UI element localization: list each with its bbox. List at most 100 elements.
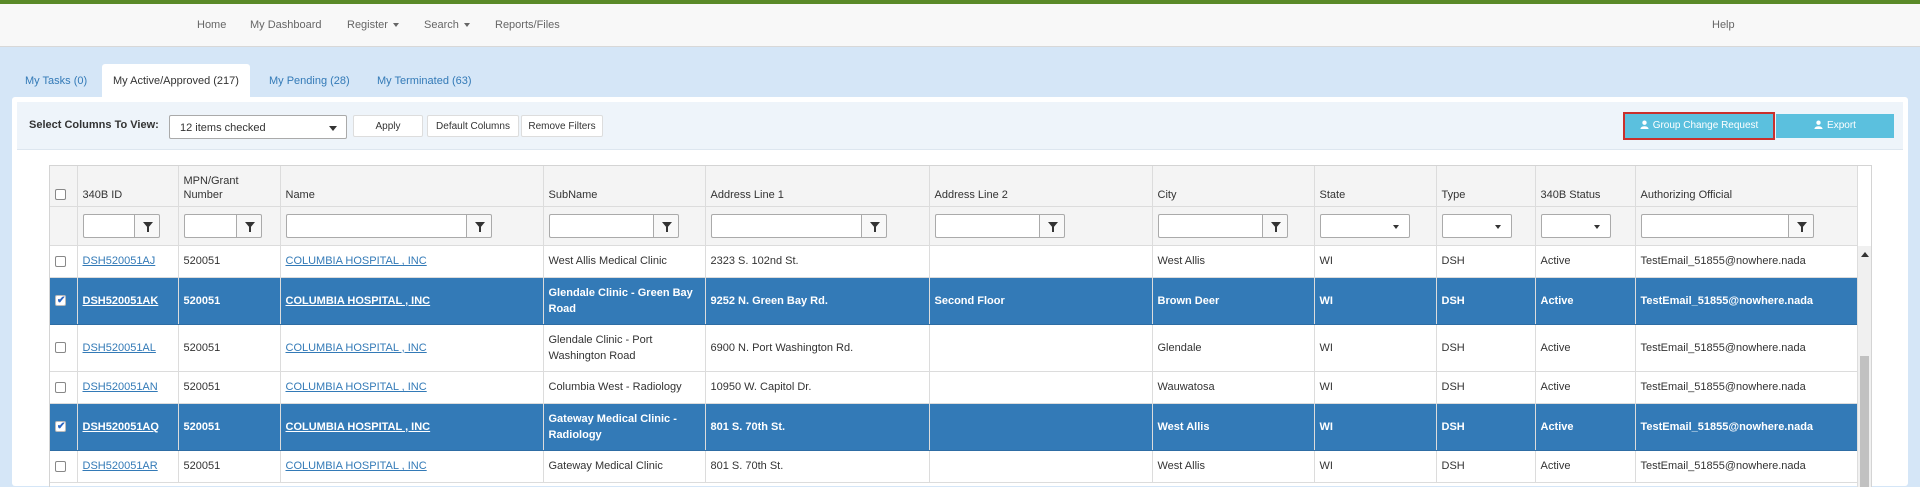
filter-input[interactable]	[1640, 213, 1788, 238]
row-checkbox[interactable]	[55, 342, 66, 354]
entity-name-link[interactable]: COLUMBIA HOSPITAL , INC	[286, 295, 431, 307]
cell-official: TestEmail_51855@nowhere.nada	[1635, 450, 1858, 483]
entity-id-link[interactable]: DSH520051AR	[83, 460, 158, 472]
grid-toolbar: Select Columns To View: 12 items checked…	[17, 102, 1903, 150]
user-icon	[1814, 120, 1823, 129]
nav-search[interactable]: Search	[424, 4, 470, 46]
table-row[interactable]: DSH520051AR 520051 COLUMBIA HOSPITAL , I…	[50, 450, 1858, 483]
filter-input[interactable]	[183, 213, 236, 238]
nav-reports[interactable]: Reports/Files	[495, 4, 560, 46]
filter-button[interactable]	[235, 213, 262, 238]
column-header[interactable]: MPN/Grant Number	[178, 166, 281, 207]
select-all-checkbox[interactable]	[55, 189, 66, 201]
filter-dropdown[interactable]	[1441, 213, 1512, 238]
entity-id-link[interactable]: DSH520051AN	[83, 381, 158, 393]
export-button[interactable]: Export	[1776, 114, 1894, 138]
tab-my-terminated[interactable]: My Terminated (63)	[366, 64, 483, 98]
cell-addr1: 801 S. 70th St.	[705, 450, 930, 483]
table-row[interactable]: DSH520051AJ 520051 COLUMBIA HOSPITAL , I…	[50, 245, 1858, 278]
nav-help[interactable]: Help	[1712, 4, 1735, 46]
table-row[interactable]: DSH520051AQ 520051 COLUMBIA HOSPITAL , I…	[50, 403, 1858, 451]
column-header[interactable]: 340B ID	[77, 166, 179, 207]
table-row[interactable]: DSH520051AL 520051 COLUMBIA HOSPITAL , I…	[50, 324, 1858, 372]
apply-button[interactable]: Apply	[353, 115, 423, 137]
group-change-request-button[interactable]: Group Change Request	[1623, 112, 1775, 140]
filter-input[interactable]	[710, 213, 861, 238]
row-select-cell	[50, 403, 78, 451]
columns-select[interactable]: 12 items checked	[169, 115, 347, 139]
filter-input[interactable]	[548, 213, 653, 238]
cell-city: Wauwatosa	[1152, 371, 1315, 404]
filter-button[interactable]	[1038, 213, 1065, 238]
row-checkbox[interactable]	[55, 255, 66, 267]
cell-subname: Gateway Medical Clinic	[543, 450, 706, 483]
filter-dropdown[interactable]	[1319, 213, 1410, 238]
nav-register[interactable]: Register	[347, 4, 399, 46]
cell-state: WI	[1314, 403, 1437, 451]
entity-id-link[interactable]: DSH520051AL	[83, 342, 156, 354]
table-row[interactable]: DSH520051AN 520051 COLUMBIA HOSPITAL , I…	[50, 371, 1858, 404]
entity-id-link[interactable]: DSH520051AQ	[83, 421, 159, 433]
column-header[interactable]: SubName	[543, 166, 706, 207]
filter-input[interactable]	[1157, 213, 1262, 238]
tab-my-active-approved[interactable]: My Active/Approved (217)	[102, 64, 250, 98]
column-header[interactable]: State	[1314, 166, 1437, 207]
results-grid: 340B ID MPN/Grant Number Name SubName Ad…	[49, 165, 1872, 487]
row-checkbox[interactable]	[55, 293, 66, 309]
cell-name: COLUMBIA HOSPITAL , INC	[280, 450, 544, 483]
cell-addr2	[929, 450, 1153, 483]
filter-button[interactable]	[1787, 213, 1814, 238]
entity-name-link[interactable]: COLUMBIA HOSPITAL , INC	[286, 381, 427, 393]
filter-input[interactable]	[82, 213, 134, 238]
entity-name-link[interactable]: COLUMBIA HOSPITAL , INC	[286, 421, 431, 433]
filter-button[interactable]	[1261, 213, 1288, 238]
cell-official: TestEmail_51855@nowhere.nada	[1635, 277, 1858, 325]
column-header[interactable]: Address Line 2	[929, 166, 1153, 207]
entity-name-link[interactable]: COLUMBIA HOSPITAL , INC	[286, 460, 427, 472]
column-header[interactable]: City	[1152, 166, 1315, 207]
column-header[interactable]: Name	[280, 166, 544, 207]
filter-button[interactable]	[652, 213, 679, 238]
scroll-up-icon[interactable]	[1861, 252, 1869, 257]
filter-button[interactable]	[860, 213, 887, 238]
cell-type: DSH	[1436, 324, 1536, 372]
scrollbar-thumb[interactable]	[1860, 356, 1869, 487]
entity-id-link[interactable]: DSH520051AJ	[83, 255, 156, 267]
entity-id-link[interactable]: DSH520051AK	[83, 295, 159, 307]
cell-addr1: 2323 S. 102nd St.	[705, 245, 930, 278]
tab-my-tasks[interactable]: My Tasks (0)	[14, 64, 98, 98]
default-columns-button[interactable]: Default Columns	[427, 115, 519, 137]
select-columns-label: Select Columns To View:	[29, 119, 159, 131]
user-icon	[1640, 120, 1649, 129]
row-checkbox[interactable]	[55, 460, 66, 472]
nav-home[interactable]: Home	[197, 4, 226, 46]
cell-state: WI	[1314, 371, 1437, 404]
tab-my-pending[interactable]: My Pending (28)	[258, 64, 361, 98]
remove-filters-button[interactable]: Remove Filters	[521, 115, 603, 137]
cell-addr2: Second Floor	[929, 277, 1153, 325]
filter-button[interactable]	[133, 213, 160, 238]
filter-input[interactable]	[285, 213, 466, 238]
filter-icon	[244, 221, 255, 232]
cell-name: COLUMBIA HOSPITAL , INC	[280, 324, 544, 372]
vertical-scrollbar[interactable]	[1857, 246, 1871, 487]
filter-input[interactable]	[934, 213, 1039, 238]
filter-cell	[929, 206, 1153, 246]
cell-mpn: 520051	[178, 277, 281, 325]
entity-name-link[interactable]: COLUMBIA HOSPITAL , INC	[286, 342, 427, 354]
export-label: Export	[1827, 120, 1856, 131]
table-row[interactable]: DSH520051AK 520051 COLUMBIA HOSPITAL , I…	[50, 277, 1858, 325]
column-header[interactable]: Authorizing Official	[1635, 166, 1858, 207]
cell-id: DSH520051AL	[77, 324, 179, 372]
row-checkbox[interactable]	[55, 381, 66, 393]
nav-dashboard[interactable]: My Dashboard	[250, 4, 322, 46]
row-checkbox[interactable]	[55, 419, 66, 435]
cell-type: DSH	[1436, 371, 1536, 404]
cell-status: Active	[1535, 371, 1636, 404]
column-header[interactable]: Address Line 1	[705, 166, 930, 207]
filter-dropdown[interactable]	[1540, 213, 1611, 238]
entity-name-link[interactable]: COLUMBIA HOSPITAL , INC	[286, 255, 427, 267]
filter-button[interactable]	[465, 213, 492, 238]
column-header[interactable]: 340B Status	[1535, 166, 1636, 207]
column-header[interactable]: Type	[1436, 166, 1536, 207]
